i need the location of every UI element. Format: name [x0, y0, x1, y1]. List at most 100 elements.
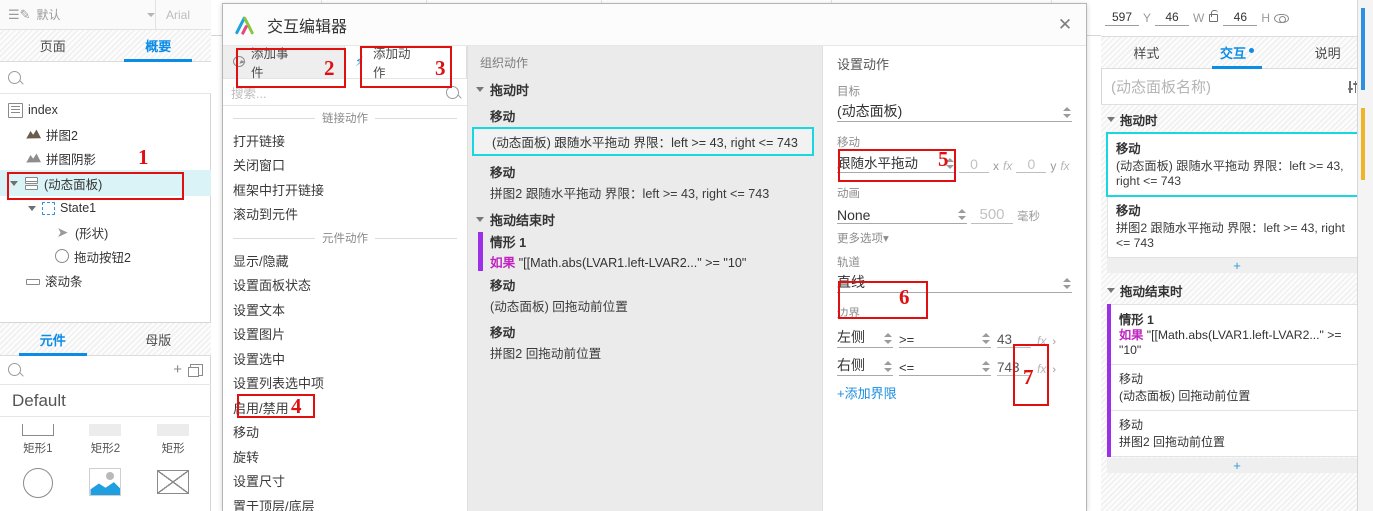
- chevron-down-icon[interactable]: [1107, 117, 1115, 122]
- organize-event-ondrag[interactable]: 拖动时: [468, 77, 822, 102]
- organize-action-selected[interactable]: (动态面板) 跟随水平拖动 界限：left >= 43, right <= 74…: [472, 127, 814, 156]
- tree-node-puzzle-shadow[interactable]: 拼图阴影: [0, 146, 211, 170]
- move-y-input[interactable]: 0: [1016, 156, 1047, 173]
- tab-pages[interactable]: 页面: [0, 30, 106, 61]
- boundary-more-icon[interactable]: ›: [1052, 336, 1056, 348]
- inspector-event-header-ondragend[interactable]: 拖动结束时: [1101, 273, 1373, 304]
- tab-interactions[interactable]: 交互: [1192, 37, 1283, 69]
- add-action-button[interactable]: ⚡ 添加动作: [345, 46, 467, 80]
- tree-node-scrollbar[interactable]: 滚动条: [0, 268, 211, 292]
- widget-name-input[interactable]: (动态面板名称): [1111, 76, 1348, 97]
- chevron-updown-icon[interactable]: [982, 360, 991, 373]
- fx-icon[interactable]: fx: [1037, 334, 1046, 348]
- chevron-updown-icon[interactable]: [884, 360, 893, 373]
- library-item-rotate[interactable]: 旋转: [223, 444, 467, 469]
- copy-icon[interactable]: [188, 363, 203, 377]
- tab-masters[interactable]: 母版: [106, 323, 212, 355]
- library-item-set-text[interactable]: 设置文本: [223, 297, 467, 322]
- chevron-updown-icon[interactable]: [958, 208, 967, 221]
- add-boundary-link[interactable]: +添加界限: [823, 383, 1086, 402]
- tree-node-puzzle2[interactable]: 拼图2: [0, 122, 211, 146]
- organize-event-ondragend[interactable]: 拖动结束时: [468, 205, 822, 232]
- library-item-open-link-in-frame[interactable]: 框架中打开链接: [223, 177, 467, 202]
- x-value[interactable]: 597: [1105, 10, 1139, 26]
- track-select[interactable]: 直线: [837, 271, 1072, 293]
- organize-action-description[interactable]: 拼图2 回拖动前位置: [468, 342, 822, 365]
- fx-icon[interactable]: fx: [1037, 362, 1046, 376]
- more-options-toggle[interactable]: 更多选项▾: [823, 228, 1086, 254]
- boundary-side-select[interactable]: 左侧: [837, 327, 893, 348]
- library-item-show-hide[interactable]: 显示/隐藏: [223, 248, 467, 273]
- tree-node-drag-button2[interactable]: 拖动按钮2: [0, 244, 211, 268]
- chevron-down-icon[interactable]: [476, 87, 484, 92]
- widget-item[interactable]: 矩形1: [4, 417, 72, 456]
- close-icon[interactable]: ✕: [1054, 14, 1076, 36]
- library-item-bring-to-front-back[interactable]: 置于顶层/底层: [223, 493, 467, 511]
- organize-action-description[interactable]: (动态面板) 回拖动前位置: [468, 295, 822, 318]
- fx-icon[interactable]: fx: [1060, 159, 1069, 173]
- animation-select[interactable]: None: [837, 202, 967, 224]
- duration-input[interactable]: 500: [971, 206, 1013, 224]
- boundary-more-icon[interactable]: ›: [1052, 364, 1056, 376]
- widget-item[interactable]: 矩形2: [72, 417, 140, 456]
- tab-widgets[interactable]: 元件: [0, 323, 106, 356]
- tree-node-index[interactable]: index: [0, 98, 211, 122]
- chevron-down-icon[interactable]: [1107, 288, 1115, 293]
- library-search[interactable]: 搜索...: [223, 78, 467, 106]
- chevron-updown-icon[interactable]: [884, 332, 893, 345]
- tab-outline[interactable]: 概要: [106, 30, 212, 62]
- plus-icon[interactable]: +: [173, 361, 182, 378]
- tab-style[interactable]: 样式: [1101, 37, 1192, 68]
- chevron-down-icon[interactable]: [147, 12, 155, 17]
- chevron-down-icon[interactable]: [476, 217, 484, 222]
- inspector-action-card[interactable]: 移动 (动态面板) 跟随水平拖动 界限：left >= 43, right <=…: [1106, 132, 1368, 197]
- inspector-action-card[interactable]: 移动 拼图2 回拖动前位置: [1111, 411, 1367, 457]
- library-item-set-image[interactable]: 设置图片: [223, 322, 467, 347]
- library-item-set-selected[interactable]: 设置选中: [223, 346, 467, 371]
- boundary-operator-select[interactable]: <=: [899, 360, 991, 376]
- w-value[interactable]: 46: [1223, 10, 1258, 26]
- tree-node-state1[interactable]: State1: [0, 196, 211, 220]
- target-select[interactable]: (动态面板): [837, 100, 1072, 122]
- font-family-label[interactable]: Arial: [156, 8, 190, 22]
- library-search-input[interactable]: 搜索...: [231, 83, 446, 102]
- widget-item[interactable]: [4, 456, 72, 498]
- widget-library-search[interactable]: +: [0, 355, 211, 385]
- chevron-updown-icon[interactable]: [1063, 277, 1072, 290]
- fx-icon[interactable]: fx: [1003, 159, 1012, 173]
- widget-item[interactable]: [72, 456, 140, 498]
- eye-icon[interactable]: [1274, 13, 1290, 23]
- boundary-operator-select[interactable]: >=: [899, 332, 991, 348]
- inspector-add-action-button[interactable]: +: [1107, 458, 1367, 473]
- library-item-set-panel-state[interactable]: 设置面板状态: [223, 273, 467, 298]
- lock-icon[interactable]: [1209, 10, 1219, 22]
- inspector-event-header-ondrag[interactable]: 拖动时: [1101, 105, 1373, 133]
- inspector-case-header[interactable]: 情形 1 如果 "[[Math.abs(LVAR1.left-LVAR2..."…: [1111, 304, 1367, 365]
- library-item-set-list-selection[interactable]: 设置列表选中项: [223, 371, 467, 396]
- style-selector[interactable]: ☰✎ 默认: [0, 0, 155, 30]
- chevron-down-icon[interactable]: [28, 205, 36, 211]
- chevron-down-icon[interactable]: [10, 180, 18, 186]
- boundary-side-select[interactable]: 右侧: [837, 355, 893, 376]
- widget-item[interactable]: 矩形: [139, 417, 207, 456]
- move-x-input[interactable]: 0: [959, 156, 989, 173]
- y-value[interactable]: 46: [1155, 10, 1190, 26]
- widget-name-row[interactable]: (动态面板名称): [1101, 69, 1373, 105]
- inspector-action-card[interactable]: 移动 (动态面板) 回拖动前位置: [1111, 365, 1367, 411]
- tree-node-shape[interactable]: ➤ (形状): [0, 220, 211, 244]
- inspector-action-card[interactable]: 移动 拼图2 跟随水平拖动 界限：left >= 43, right <= 74…: [1107, 196, 1367, 258]
- organize-action-description[interactable]: 拼图2 跟随水平拖动 界限：left >= 43, right <= 743: [468, 182, 822, 205]
- sidebar-search[interactable]: [0, 62, 211, 94]
- library-item-move[interactable]: 移动: [223, 420, 467, 445]
- library-item-enable-disable[interactable]: 启用/禁用: [223, 395, 467, 420]
- inspector-add-action-button[interactable]: +: [1107, 258, 1367, 273]
- library-item-close-window[interactable]: 关闭窗口: [223, 153, 467, 178]
- library-item-scroll-to-widget[interactable]: 滚动到元件: [223, 202, 467, 227]
- widget-item[interactable]: [139, 456, 207, 498]
- chevron-updown-icon[interactable]: [1063, 106, 1072, 119]
- sidebar-dynamic-panel-node[interactable]: (动态面板): [0, 170, 211, 196]
- library-item-set-size[interactable]: 设置尺寸: [223, 469, 467, 494]
- library-item-open-link[interactable]: 打开链接: [223, 128, 467, 153]
- chevron-updown-icon[interactable]: [982, 332, 991, 345]
- boundary-value-input[interactable]: 43: [997, 332, 1031, 348]
